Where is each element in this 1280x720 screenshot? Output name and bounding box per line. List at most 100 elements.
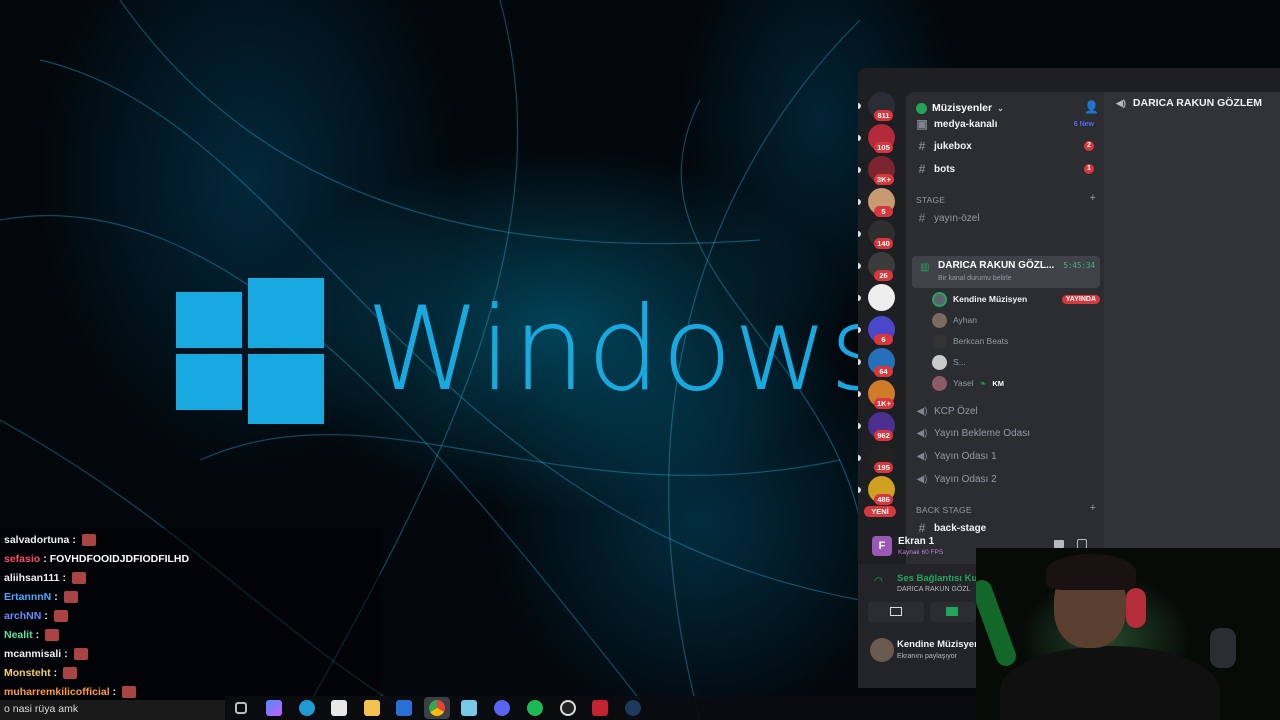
chat-separator: : bbox=[64, 647, 68, 660]
category-stage[interactable]: STAGE bbox=[916, 195, 945, 205]
channel-list: Müzisyenler ⌄ 👤 ▣ medya-kanalı 6 New # j… bbox=[906, 92, 1104, 608]
camera-off-icon bbox=[890, 607, 902, 616]
chat-message: salvadortuna: bbox=[4, 530, 96, 549]
server-mention-badge: 1K+ bbox=[874, 398, 894, 409]
chat-username[interactable]: sefasio bbox=[4, 553, 40, 565]
chat-separator: : bbox=[35, 628, 40, 641]
chat-separator: : bbox=[54, 590, 58, 603]
live-badge: YAYINDA bbox=[1061, 294, 1100, 304]
emote-icon bbox=[73, 647, 88, 660]
speaker-icon: ◀) bbox=[916, 450, 928, 462]
screen-share-title: Ekran 1 bbox=[898, 536, 935, 547]
channel-yayin-ozel[interactable]: # yayın-özel bbox=[914, 208, 1100, 228]
voice-active-icon: ▥ bbox=[920, 262, 930, 273]
chat-message: aliihsan111: bbox=[4, 568, 86, 587]
invite-people-icon[interactable]: 👤 bbox=[1084, 100, 1099, 114]
emote-icon bbox=[122, 685, 137, 698]
chat-username[interactable]: muharremkilicofficial bbox=[4, 686, 110, 698]
chat-separator: : bbox=[62, 571, 66, 584]
emote-icon bbox=[53, 609, 68, 622]
speaker-icon: ◀) bbox=[916, 427, 928, 439]
edge-icon[interactable] bbox=[299, 700, 315, 716]
server-mention-badge: 26 bbox=[874, 270, 893, 281]
voice-channel-yayin-bekleme[interactable]: ◀) Yayın Bekleme Odası bbox=[914, 423, 1100, 443]
add-channel-icon[interactable]: + bbox=[1090, 192, 1096, 204]
emote-icon bbox=[81, 533, 96, 546]
category-back-stage[interactable]: BACK STAGE bbox=[916, 505, 972, 515]
chat-separator: : bbox=[44, 609, 48, 622]
server-mention-badge: 64 bbox=[874, 366, 893, 377]
discord-icon[interactable] bbox=[494, 700, 510, 716]
voice-member[interactable]: Ayhan bbox=[932, 310, 1100, 330]
unread-indicator bbox=[858, 327, 861, 333]
hash-icon: # bbox=[918, 162, 926, 176]
chat-username[interactable]: archNN bbox=[4, 610, 41, 622]
steam-icon[interactable] bbox=[625, 700, 641, 716]
task-view-icon[interactable] bbox=[235, 702, 247, 714]
copilot-icon[interactable] bbox=[266, 700, 282, 716]
server-mention-badge: 811 bbox=[874, 110, 893, 121]
speaker-icon: ◀) bbox=[916, 473, 928, 485]
voice-member[interactable]: Yasel ❧ KM bbox=[932, 373, 1100, 393]
notepad-icon[interactable] bbox=[461, 700, 477, 716]
voice-connection-channel[interactable]: DARICA RAKUN GÖZL bbox=[897, 586, 971, 593]
voice-channel-yayin-odasi-2[interactable]: ◀) Yayın Odası 2 bbox=[914, 469, 1100, 489]
unread-indicator bbox=[858, 103, 861, 109]
mail-icon[interactable] bbox=[396, 700, 412, 716]
voice-member[interactable]: S... bbox=[932, 352, 1100, 372]
voice-member[interactable]: Kendine Müzisyen YAYINDA bbox=[932, 289, 1100, 309]
streamer-cap bbox=[1046, 554, 1136, 590]
voice-member[interactable]: Berkcan Beats bbox=[932, 331, 1100, 351]
chevron-down-icon: ⌄ bbox=[997, 103, 1004, 113]
server-name: Müzisyenler bbox=[932, 102, 993, 114]
emote-icon bbox=[45, 628, 60, 641]
unread-indicator bbox=[858, 423, 861, 429]
store-icon[interactable] bbox=[331, 700, 347, 716]
video-off-button[interactable] bbox=[868, 602, 924, 622]
unread-indicator bbox=[858, 455, 861, 461]
chat-input[interactable]: o nasi rüya amk bbox=[0, 700, 225, 720]
server-icon[interactable] bbox=[868, 284, 895, 311]
active-voice-channel[interactable]: ▥ DARICA RAKUN GÖZL... 5:45:34 Bir kanal… bbox=[912, 256, 1100, 288]
chat-username[interactable]: mcanmisali bbox=[4, 648, 61, 660]
avatar bbox=[932, 333, 947, 349]
chat-username[interactable]: aliihsan111 bbox=[4, 572, 59, 584]
microphone bbox=[1210, 628, 1236, 668]
chat-username[interactable]: Monsteht bbox=[4, 667, 51, 679]
file-explorer-icon[interactable] bbox=[364, 700, 380, 716]
voice-channel-kcp-ozel[interactable]: ◀) KCP Özel bbox=[914, 401, 1100, 421]
chat-username[interactable]: Nealit bbox=[4, 629, 33, 641]
obs-icon[interactable] bbox=[560, 700, 576, 716]
unread-indicator bbox=[858, 487, 861, 493]
unread-indicator bbox=[858, 295, 861, 301]
chat-message: archNN: bbox=[4, 606, 68, 625]
chrome-icon[interactable] bbox=[424, 697, 450, 719]
webcam-overlay bbox=[976, 548, 1280, 720]
chat-username[interactable]: salvadortuna bbox=[4, 534, 69, 546]
emote-icon bbox=[63, 666, 78, 679]
server-mention-badge: 105 bbox=[874, 142, 893, 153]
chat-username[interactable]: ErtannnN bbox=[4, 591, 51, 603]
spotify-icon[interactable] bbox=[527, 700, 543, 716]
channel-medya-kanali[interactable]: ▣ medya-kanalı 6 New bbox=[914, 114, 1100, 134]
channel-back-stage[interactable]: # back-stage bbox=[914, 518, 1100, 538]
stop-stream-icon[interactable] bbox=[1054, 540, 1064, 548]
chat-message: Monsteht: bbox=[4, 663, 78, 682]
share-screen-button[interactable] bbox=[930, 602, 976, 622]
unread-indicator bbox=[858, 167, 861, 173]
channel-jukebox[interactable]: # jukebox 2 bbox=[914, 136, 1100, 156]
channel-bots[interactable]: # bots 1 bbox=[914, 159, 1100, 179]
add-channel-icon[interactable]: + bbox=[1090, 502, 1096, 514]
voice-channel-yayin-odasi-1[interactable]: ◀) Yayın Odası 1 bbox=[914, 446, 1100, 466]
new-servers-badge: YENİ bbox=[864, 506, 896, 517]
screen-share-fps: Kaynak 60 FPS bbox=[898, 549, 944, 556]
voice-connection-status[interactable]: Ses Bağlantısı Ku bbox=[897, 573, 977, 584]
user-avatar[interactable] bbox=[870, 638, 894, 662]
server-mention-badge: 962 bbox=[874, 430, 893, 441]
media-channel-icon: ▣ bbox=[916, 117, 928, 131]
chat-message: muharremkilicofficial: bbox=[4, 682, 137, 701]
voicemeeter-icon[interactable] bbox=[592, 700, 608, 716]
chat-separator: : bbox=[72, 533, 76, 546]
server-mention-badge: 5 bbox=[874, 206, 893, 217]
screen-share-active-icon bbox=[946, 607, 958, 616]
